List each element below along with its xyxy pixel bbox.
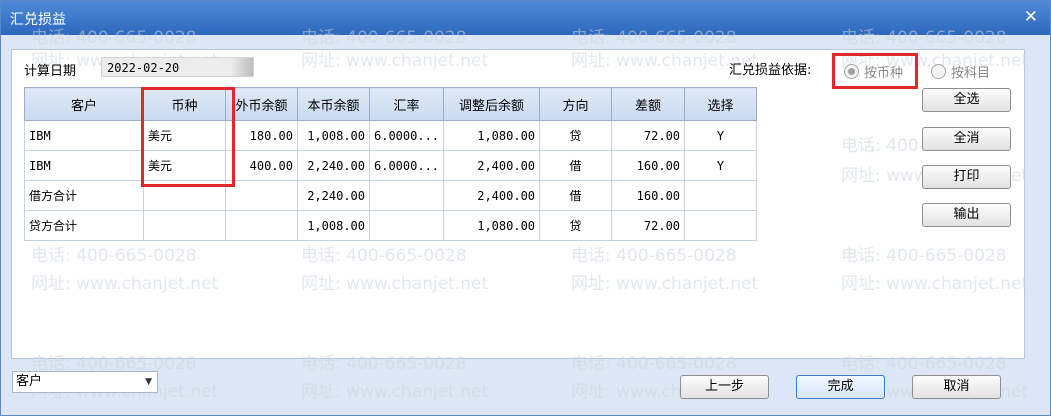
radio-unselected-icon [931, 64, 946, 79]
cell-local-balance: 2,240.00 [297, 150, 370, 181]
cell-local-balance: 1,008.00 [297, 120, 370, 151]
cell-difference: 72.00 [611, 210, 686, 241]
cell-customer: 贷方合计 [24, 210, 144, 241]
exchange-gain-loss-dialog: 汇兑损益 ✕ 电话: 400-665-0028 电话: 400-665-0028 电… [0, 0, 1051, 416]
cell-rate: 6.0000... [368, 150, 445, 181]
table-row-debit-total: 借方合计 2,240.00 2,400.00 借 160.00 [24, 180, 758, 211]
cancel-button[interactable]: 取消 [912, 375, 1001, 399]
col-header-select[interactable]: 选择 [684, 87, 758, 121]
cell-select [684, 210, 758, 241]
col-header-local-balance[interactable]: 本币余额 [297, 87, 370, 121]
col-header-adjusted-balance[interactable]: 调整后余额 [443, 87, 541, 121]
finish-button[interactable]: 完成 [796, 375, 885, 399]
cell-difference: 160.00 [611, 180, 686, 211]
cell-select [684, 180, 758, 211]
col-header-customer[interactable]: 客户 [24, 87, 144, 121]
highlight-box-basis [832, 53, 918, 89]
cell-direction: 借 [539, 180, 613, 211]
export-button[interactable]: 输出 [922, 203, 1011, 227]
cell-currency [143, 210, 226, 241]
watermark-site: 网址: www.chanjet.net [301, 382, 489, 402]
col-header-difference[interactable]: 差额 [611, 87, 686, 121]
print-button[interactable]: 打印 [922, 165, 1011, 189]
cell-select[interactable]: Y [684, 150, 758, 181]
exchange-table: 客户 币种 外币余额 本币余额 汇率 调整后余额 方向 差额 选择 IBM 美元… [24, 87, 758, 241]
cell-foreign-balance: 400.00 [225, 150, 298, 181]
cell-adjusted-balance: 1,080.00 [443, 210, 541, 241]
cell-select[interactable]: Y [684, 120, 758, 151]
cell-foreign-balance [225, 180, 298, 211]
chevron-down-icon: ▼ [145, 377, 152, 387]
radio-by-account-label: 按科目 [951, 66, 991, 81]
table-row[interactable]: IBM 美元 180.00 1,008.00 6.0000... 1,080.0… [24, 120, 758, 151]
table-header-row: 客户 币种 外币余额 本币余额 汇率 调整后余额 方向 差额 选择 [24, 87, 758, 121]
select-all-button[interactable]: 全选 [922, 88, 1011, 112]
cell-customer: IBM [24, 150, 144, 181]
cell-customer: IBM [24, 120, 144, 151]
cell-customer: 借方合计 [24, 180, 144, 211]
deselect-all-button[interactable]: 全消 [922, 127, 1011, 151]
cell-difference: 160.00 [611, 150, 686, 181]
col-header-direction[interactable]: 方向 [539, 87, 613, 121]
cell-foreign-balance [225, 210, 298, 241]
previous-step-button[interactable]: 上一步 [680, 375, 769, 399]
highlight-box-currency [141, 87, 235, 187]
cell-adjusted-balance: 2,400.00 [443, 150, 541, 181]
cell-difference: 72.00 [611, 120, 686, 151]
title-bar[interactable]: 汇兑损益 ✕ [1, 1, 1050, 35]
cell-adjusted-balance: 2,400.00 [443, 180, 541, 211]
col-header-foreign-balance[interactable]: 外币余额 [225, 87, 298, 121]
window-title: 汇兑损益 [10, 12, 66, 28]
group-by-dropdown[interactable]: 客户 ▼ [12, 371, 158, 393]
cell-direction: 借 [539, 150, 613, 181]
cell-rate [368, 180, 445, 211]
cell-direction: 贷 [539, 120, 613, 151]
date-label: 计算日期 [24, 64, 77, 79]
radio-by-account[interactable]: 按科目 [931, 62, 990, 81]
date-field[interactable]: 2022-02-20 [101, 57, 254, 77]
table-row-credit-total: 贷方合计 1,008.00 1,080.00 贷 72.00 [24, 210, 758, 241]
cell-local-balance: 2,240.00 [297, 180, 370, 211]
dropdown-value: 客户 [16, 374, 43, 389]
basis-label: 汇兑损益依据: [729, 63, 812, 78]
cell-rate: 6.0000... [368, 120, 445, 151]
cell-local-balance: 1,008.00 [297, 210, 370, 241]
cell-adjusted-balance: 1,080.00 [443, 120, 541, 151]
table-row[interactable]: IBM 美元 400.00 2,240.00 6.0000... 2,400.0… [24, 150, 758, 181]
col-header-rate[interactable]: 汇率 [368, 87, 445, 121]
close-icon[interactable]: ✕ [1024, 7, 1038, 27]
cell-direction: 贷 [539, 210, 613, 241]
cell-rate [368, 210, 445, 241]
cell-foreign-balance: 180.00 [225, 120, 298, 151]
